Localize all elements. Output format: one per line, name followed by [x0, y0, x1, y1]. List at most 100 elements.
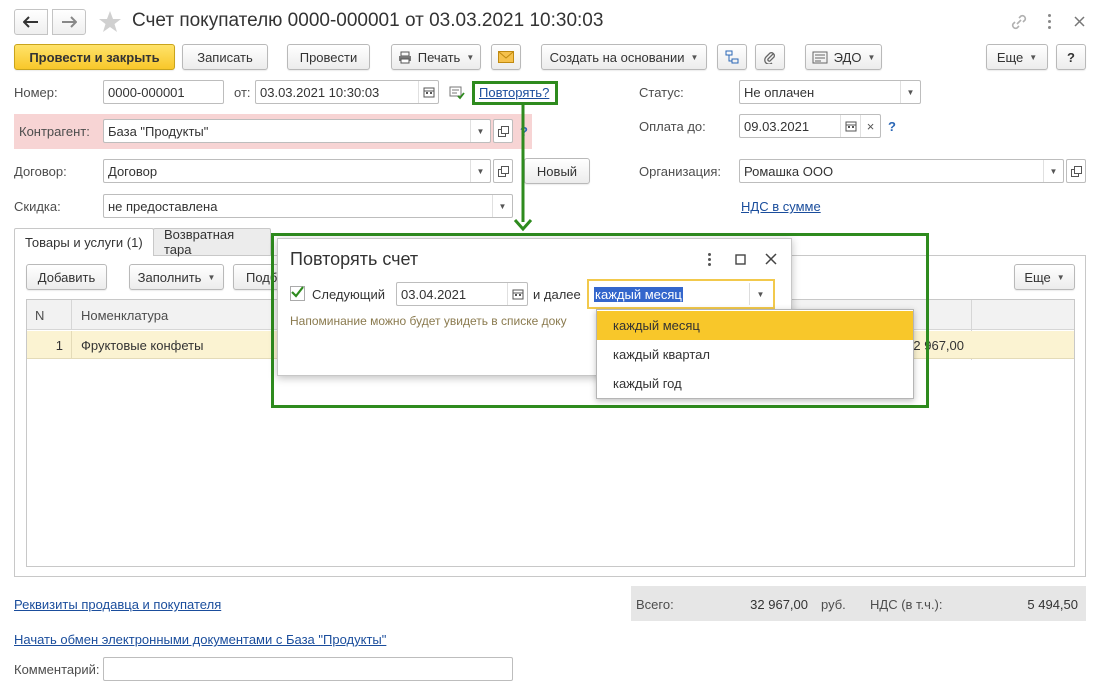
- window-title: Счет покупателю 0000-000001 от 03.03.202…: [132, 10, 604, 31]
- save-button[interactable]: Записать: [182, 44, 268, 70]
- number-field[interactable]: 0000-000001: [103, 80, 224, 104]
- add-row-button[interactable]: Добавить: [26, 264, 107, 290]
- hierarchy-icon: [725, 50, 739, 64]
- attach-button[interactable]: [755, 44, 785, 70]
- repeat-link[interactable]: Повторять?: [479, 85, 549, 100]
- create-based-on-button[interactable]: Создать на основании ▼: [541, 44, 707, 70]
- link-icon[interactable]: [1010, 13, 1028, 31]
- start-edo-link[interactable]: Начать обмен электронными документами с …: [14, 632, 386, 647]
- open-window-icon: [497, 125, 509, 137]
- discount-label: Скидка:: [14, 199, 61, 214]
- dialog-hint: Напоминание можно будет увидеть в списке…: [290, 314, 567, 328]
- printer-icon: [398, 51, 411, 63]
- structure-button[interactable]: [717, 44, 747, 70]
- reminder-icon: [449, 86, 465, 100]
- chevron-down-icon[interactable]: ▼: [470, 160, 490, 182]
- calendar-icon[interactable]: [507, 283, 527, 305]
- status-label: Статус:: [639, 85, 684, 100]
- vat-total-label: НДС (в т.ч.):: [870, 597, 943, 612]
- tab-returnable-packaging[interactable]: Возвратная тара: [153, 227, 271, 257]
- next-label: Следующий: [312, 287, 385, 302]
- email-button[interactable]: [491, 44, 521, 70]
- arrow-right-icon: [62, 16, 77, 28]
- back-button[interactable]: [14, 9, 48, 35]
- chevron-down-icon: ▼: [867, 52, 876, 62]
- pay-until-help-icon[interactable]: ?: [888, 119, 896, 134]
- currency-label: руб.: [821, 597, 846, 612]
- row-item-name: Фруктовые конфеты: [81, 337, 204, 353]
- favorite-star-icon[interactable]: [98, 10, 122, 34]
- row-number: 1: [27, 331, 72, 359]
- column-header-item[interactable]: Номенклатура: [73, 300, 273, 330]
- chevron-down-icon[interactable]: ▼: [900, 81, 920, 103]
- total-value: 32 967,00: [750, 597, 808, 612]
- table-more-button[interactable]: Еще ▼: [1014, 264, 1075, 290]
- pay-until-field[interactable]: 09.03.2021 ×: [739, 114, 881, 138]
- comment-label: Комментарий:: [14, 662, 100, 677]
- open-organization-button[interactable]: [1066, 159, 1086, 183]
- dialog-title: Повторять счет: [290, 249, 419, 269]
- vat-total-value: 5 494,50: [1027, 597, 1078, 612]
- chevron-down-icon[interactable]: ▼: [749, 283, 771, 305]
- maximize-icon[interactable]: [735, 254, 746, 265]
- more-button[interactable]: Еще ▼: [986, 44, 1048, 70]
- date-from-label: от:: [234, 85, 251, 100]
- checkmark-icon: [291, 286, 304, 298]
- contract-label: Договор:: [14, 164, 67, 179]
- organization-field[interactable]: Ромашка ООО ▼: [739, 159, 1064, 183]
- edo-icon: [812, 51, 828, 63]
- date-field[interactable]: 03.03.2021 10:30:03: [255, 80, 439, 104]
- organization-label: Организация:: [639, 164, 722, 179]
- arrow-left-icon: [23, 16, 38, 28]
- column-header-n[interactable]: N: [27, 300, 72, 330]
- dropdown-option-quarter[interactable]: каждый квартал: [597, 340, 913, 369]
- chevron-down-icon: ▼: [466, 52, 475, 62]
- envelope-icon: [498, 51, 514, 63]
- close-icon[interactable]: [765, 253, 777, 265]
- chevron-down-icon: ▼: [207, 272, 216, 282]
- contract-field[interactable]: Договор ▼: [103, 159, 491, 183]
- close-icon[interactable]: [1074, 16, 1085, 27]
- annotation-arrow: [513, 104, 533, 232]
- period-select[interactable]: каждый месяц ▼: [587, 279, 775, 309]
- period-select-value: каждый месяц: [594, 287, 683, 302]
- post-button[interactable]: Провести: [287, 44, 370, 70]
- calendar-icon[interactable]: [418, 81, 438, 103]
- post-and-close-button[interactable]: Провести и закрыть: [14, 44, 175, 70]
- paperclip-icon: [764, 52, 775, 64]
- then-label: и далее: [533, 287, 581, 302]
- chevron-down-icon: ▼: [690, 52, 699, 62]
- edo-button[interactable]: ЭДО ▼: [805, 44, 882, 70]
- open-window-icon: [1070, 165, 1082, 177]
- chevron-down-icon[interactable]: ▼: [470, 120, 490, 142]
- chevron-down-icon[interactable]: ▼: [1043, 160, 1063, 182]
- dropdown-option-month[interactable]: каждый месяц: [597, 311, 913, 340]
- number-label: Номер:: [14, 85, 58, 100]
- dropdown-option-year[interactable]: каждый год: [597, 369, 913, 398]
- chevron-down-icon: ▼: [1029, 52, 1038, 62]
- total-label: Всего:: [636, 597, 674, 612]
- print-button[interactable]: Печать ▼: [391, 44, 481, 70]
- counterparty-field[interactable]: База "Продукты" ▼: [103, 119, 491, 143]
- window-menu-icon[interactable]: [1046, 12, 1052, 30]
- open-window-icon: [497, 165, 509, 177]
- fill-button[interactable]: Заполнить ▼: [129, 264, 224, 290]
- tab-goods-services[interactable]: Товары и услуги (1): [14, 228, 154, 256]
- period-dropdown-list: каждый месяц каждый квартал каждый год: [596, 309, 914, 399]
- chevron-down-icon[interactable]: ▼: [492, 195, 512, 217]
- chevron-down-icon: ▼: [1056, 272, 1065, 282]
- calendar-icon[interactable]: [840, 115, 860, 137]
- pay-until-label: Оплата до:: [639, 119, 706, 134]
- help-button[interactable]: ?: [1056, 44, 1086, 70]
- vat-in-sum-link[interactable]: НДС в сумме: [741, 199, 821, 214]
- forward-button[interactable]: [52, 9, 86, 35]
- clear-icon[interactable]: ×: [860, 115, 880, 137]
- discount-select[interactable]: не предоставлена ▼: [103, 194, 513, 218]
- status-select[interactable]: Не оплачен ▼: [739, 80, 921, 104]
- next-checkbox[interactable]: [290, 286, 305, 301]
- next-date-field[interactable]: 03.04.2021: [396, 282, 528, 306]
- dialog-menu-icon[interactable]: [706, 252, 712, 267]
- requisites-link[interactable]: Реквизиты продавца и покупателя: [14, 597, 221, 612]
- counterparty-label: Контрагент:: [19, 124, 90, 139]
- comment-field[interactable]: [103, 657, 513, 681]
